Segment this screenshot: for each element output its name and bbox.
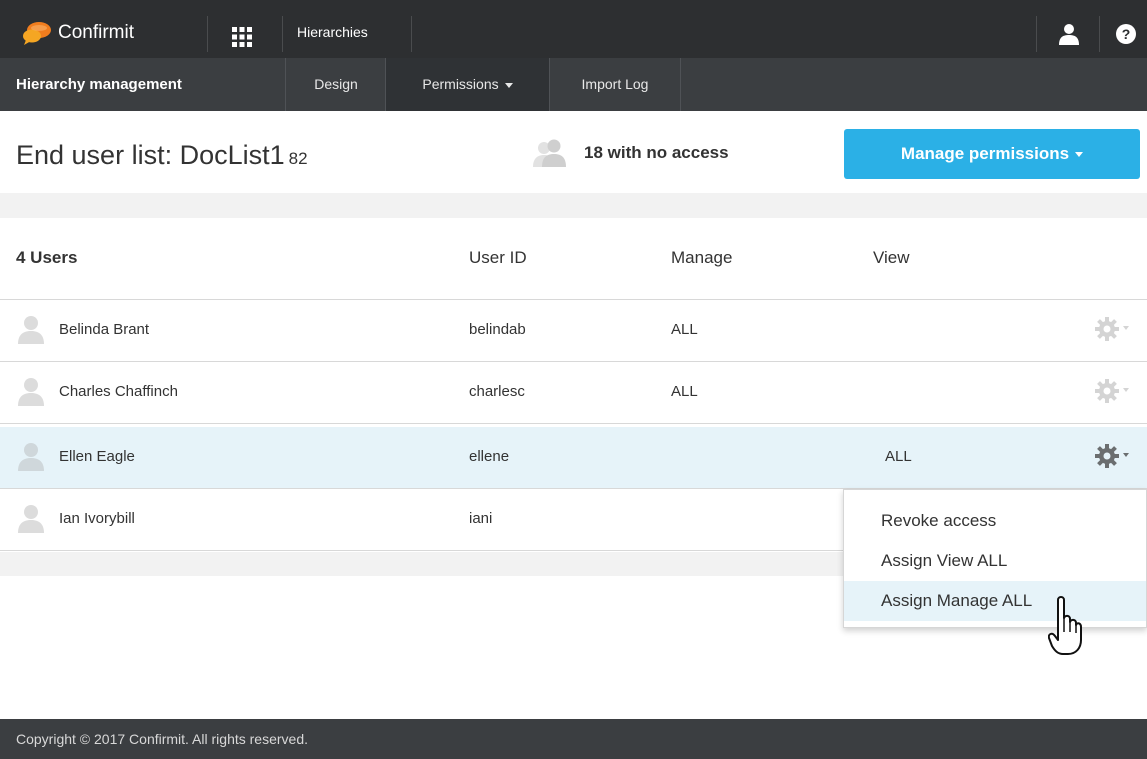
confirmit-logo[interactable]: Confirmit	[22, 18, 134, 48]
user-profile-icon[interactable]	[1057, 22, 1081, 46]
column-header-user-id[interactable]: User ID	[469, 248, 527, 268]
table-header: 4 Users User ID Manage View	[0, 218, 1147, 300]
copyright-text: Copyright © 2017 Confirmit. All rights r…	[16, 731, 308, 747]
user-avatar-icon	[18, 443, 44, 471]
tab-permissions-label: Permissions	[422, 76, 499, 92]
module-name[interactable]: Hierarchies	[297, 24, 368, 40]
chevron-down-icon	[1075, 152, 1084, 158]
sub-navigation: Hierarchy management Design Permissions …	[0, 58, 1147, 111]
divider	[411, 16, 412, 52]
divider	[1036, 16, 1037, 52]
user-id: charlesc	[469, 383, 525, 400]
gear-icon[interactable]	[1094, 378, 1130, 404]
table-row[interactable]: Belinda Brant belindab ALL	[0, 300, 1147, 362]
user-id: belindab	[469, 321, 526, 338]
user-name: Belinda Brant	[59, 321, 150, 338]
user-avatar-icon	[18, 378, 44, 406]
manage-value: ALL	[671, 321, 698, 338]
manage-value: ALL	[671, 383, 698, 400]
user-name: Charles Chaffinch	[59, 383, 178, 400]
user-avatar-icon	[18, 316, 44, 344]
help-icon[interactable]: ?	[1116, 24, 1136, 44]
manage-permissions-label: Manage permissions	[900, 144, 1070, 163]
divider	[207, 16, 208, 52]
table-row-selected[interactable]: Ellen Eagle ellene ALL	[0, 427, 1147, 489]
gear-icon[interactable]	[1094, 316, 1130, 342]
section-title: Hierarchy management	[16, 76, 182, 93]
speech-bubble-logo-icon	[23, 22, 51, 45]
table-row[interactable]: Charles Chaffinch charlesc ALL	[0, 362, 1147, 424]
divider	[282, 16, 283, 52]
menu-item-assign-manage-all[interactable]: Assign Manage ALL	[844, 581, 1146, 621]
column-header-users: 4 Users	[16, 248, 78, 267]
user-id: ellene	[469, 448, 510, 465]
page-title: End user list: DocList1 82	[16, 140, 308, 171]
row-actions-menu: Revoke access Assign View ALL Assign Man…	[843, 489, 1147, 628]
chevron-down-icon	[504, 82, 513, 88]
divider	[1099, 16, 1100, 52]
top-bar: Confirmit Hierarchies ?	[0, 0, 1147, 60]
no-access-text: 18 with no access	[584, 143, 729, 162]
column-header-manage[interactable]: Manage	[671, 248, 732, 268]
user-name: Ian Ivorybill	[59, 510, 135, 527]
column-header-view[interactable]: View	[873, 248, 910, 268]
user-avatar-icon	[18, 505, 44, 533]
footer: Copyright © 2017 Confirmit. All rights r…	[0, 719, 1147, 759]
app-grid-icon[interactable]	[231, 26, 253, 48]
user-id: iani	[469, 510, 493, 527]
menu-item-revoke-access[interactable]: Revoke access	[844, 501, 1146, 541]
gear-icon[interactable]	[1094, 443, 1130, 469]
view-value: ALL	[885, 448, 912, 465]
hand-cursor-icon	[1048, 596, 1082, 655]
manage-permissions-button[interactable]: Manage permissions	[844, 129, 1140, 179]
user-count: 82	[288, 149, 308, 168]
tab-import-log[interactable]: Import Log	[550, 58, 680, 111]
divider	[285, 58, 286, 111]
divider	[680, 58, 681, 111]
user-name: Ellen Eagle	[59, 448, 135, 465]
brand-name: Confirmit	[58, 22, 135, 43]
tab-permissions[interactable]: Permissions	[386, 58, 549, 111]
tab-design[interactable]: Design	[288, 58, 384, 111]
page-title-text: End user list: DocList1	[16, 140, 285, 170]
users-icon	[533, 139, 566, 167]
no-access-indicator[interactable]: 18 with no access	[530, 138, 729, 168]
divider-strip	[0, 193, 1147, 218]
menu-item-assign-view-all[interactable]: Assign View ALL	[844, 541, 1146, 581]
